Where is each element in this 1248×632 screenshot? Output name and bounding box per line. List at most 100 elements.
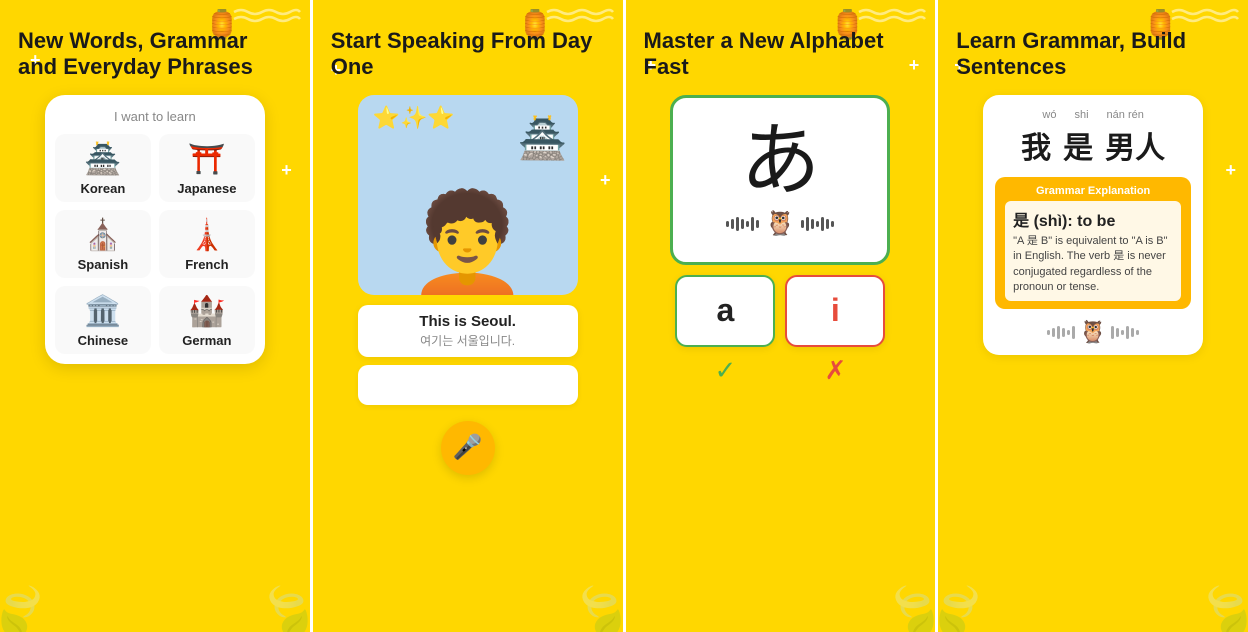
char-nanren: 男人	[1105, 123, 1165, 167]
answer-a: a	[716, 292, 734, 329]
wave-bar	[816, 221, 819, 227]
wave-bar	[736, 217, 739, 231]
panel-speaking: 🏮 + + Start Speaking From Day One 🏯 ⭐✨⭐ …	[310, 0, 623, 632]
grammar-description: "A 是 B" is equivalent to "A is B" in Eng…	[1013, 234, 1173, 296]
wave-bar	[826, 219, 829, 229]
answer-i: i	[831, 292, 840, 329]
hiragana-card: あ 🦉	[670, 95, 890, 265]
panel3-title: Master a New Alphabet Fast	[644, 28, 918, 81]
french-icon: 🗼	[188, 218, 225, 253]
person-illustration: 🧑‍🦱	[405, 195, 530, 295]
spanish-icon: ⛪	[84, 218, 121, 253]
check-row: ✓ ✗	[675, 355, 885, 386]
lang-korean[interactable]: 🏯 Korean	[55, 134, 151, 202]
speech-text-main: This is Seoul.	[370, 313, 566, 330]
wave-bar	[1052, 328, 1055, 337]
lang-spanish[interactable]: ⛪ Spanish	[55, 210, 151, 278]
pinyin-wo: wó	[1042, 109, 1056, 121]
bottom-leaf-right-3: 🍃	[875, 574, 935, 632]
german-icon: 🏰	[188, 294, 225, 329]
wave-bar	[1072, 326, 1075, 339]
panel2-title: Start Speaking From Day One	[331, 28, 605, 81]
language-grid: 🏯 Korean ⛩️ Japanese ⛪ Spanish 🗼 French …	[55, 134, 255, 354]
chinese-label: Chinese	[78, 333, 129, 348]
korean-icon: 🏯	[84, 142, 121, 177]
pinyin-nanren: nán rén	[1107, 109, 1144, 121]
grammar-wave-left	[1047, 326, 1075, 339]
korean-label: Korean	[80, 181, 125, 196]
wave-bar	[726, 221, 729, 227]
lang-german[interactable]: 🏰 German	[159, 286, 255, 354]
wave-bar	[731, 219, 734, 229]
building-icon: 🏯	[518, 115, 568, 162]
text-input-area	[358, 365, 578, 405]
wave-bar	[756, 220, 759, 228]
deco-plus-8: +	[1225, 160, 1236, 181]
pinyin-row: wó shi nán rén	[995, 109, 1191, 121]
chinese-row: 我 是 男人	[995, 123, 1191, 167]
wave-bar	[811, 219, 814, 229]
wave-bar	[1057, 326, 1060, 339]
speech-bubble: This is Seoul. 여기는 서울입니다.	[358, 305, 578, 357]
check-wrong: ✗	[785, 355, 885, 386]
bottom-leaf-right-1: 🍃	[249, 574, 309, 632]
hiragana-character: あ	[740, 121, 820, 201]
char-shi: 是	[1063, 123, 1093, 167]
japanese-label: Japanese	[177, 181, 236, 196]
panel-new-words: 🏮 + + New Words, Grammar and Everyday Ph…	[0, 0, 310, 632]
chinese-icon: 🏛️	[84, 294, 121, 329]
microphone-icon: 🎤	[453, 433, 483, 462]
answer-wrong[interactable]: i	[785, 275, 885, 347]
sound-wave: 🦉	[726, 209, 834, 238]
french-label: French	[185, 257, 228, 272]
grammar-wave-right	[1111, 326, 1139, 339]
wave-bar	[801, 220, 804, 228]
wave-bar	[1126, 326, 1129, 339]
deco-plus-2: +	[281, 160, 292, 181]
wave-bar	[1111, 326, 1114, 339]
language-selector-card: I want to learn 🏯 Korean ⛩️ Japanese ⛪ S…	[45, 95, 265, 364]
wave-bar	[1121, 330, 1124, 335]
wave-bar	[751, 217, 754, 231]
lang-chinese[interactable]: 🏛️ Chinese	[55, 286, 151, 354]
grammar-sound-wave: 🦉	[995, 319, 1191, 345]
panel-grammar: 🏮 + + Learn Grammar, Build Sentences wó …	[935, 0, 1248, 632]
grammar-is: 是 (shì): to be	[1013, 207, 1173, 231]
bottom-leaf-right-2: 🍃	[562, 574, 622, 632]
explanation-title: Grammar Explanation	[1005, 185, 1181, 197]
bottom-leaf-left-1: 🍃	[0, 574, 60, 632]
wave-bar	[1116, 328, 1119, 337]
lang-japanese[interactable]: ⛩️ Japanese	[159, 134, 255, 202]
grammar-owl-icon: 🦉	[1079, 319, 1106, 345]
microphone-button[interactable]: 🎤	[441, 421, 495, 475]
wave-bar	[821, 217, 824, 231]
wave-bar	[1136, 330, 1139, 335]
wave-bar	[806, 217, 809, 231]
wave-bars-right	[801, 217, 834, 231]
panel4-title: Learn Grammar, Build Sentences	[956, 28, 1230, 81]
char-wo: 我	[1021, 123, 1051, 167]
bottom-leaf-left-4: 🍃	[935, 574, 998, 632]
lang-french[interactable]: 🗼 French	[159, 210, 255, 278]
stars-decoration: ⭐✨⭐	[373, 105, 455, 131]
grammar-card: wó shi nán rén 我 是 男人 Grammar Explanatio…	[983, 95, 1203, 356]
spanish-label: Spanish	[78, 257, 129, 272]
wave-bar	[1067, 330, 1070, 335]
wave-bar	[1047, 330, 1050, 335]
japanese-icon: ⛩️	[188, 142, 225, 177]
grammar-explanation-box: Grammar Explanation 是 (shì): to be "A 是 …	[995, 177, 1191, 310]
panel-alphabet: 🏮 + + Master a New Alphabet Fast あ 🦉	[623, 0, 936, 632]
german-label: German	[182, 333, 231, 348]
video-card: 🏯 ⭐✨⭐ 🧑‍🦱	[358, 95, 578, 295]
owl-icon: 🦉	[765, 209, 795, 238]
wave-bar	[1062, 328, 1065, 337]
answer-options: a i	[675, 275, 885, 347]
check-correct: ✓	[675, 355, 775, 386]
wave-bar	[746, 221, 749, 227]
speech-text-sub: 여기는 서울입니다.	[370, 332, 566, 349]
wave-bar	[1131, 328, 1134, 337]
deco-plus-4: +	[600, 170, 611, 191]
answer-correct[interactable]: a	[675, 275, 775, 347]
wave-bars-left	[726, 217, 759, 231]
card-subtitle: I want to learn	[55, 109, 255, 124]
